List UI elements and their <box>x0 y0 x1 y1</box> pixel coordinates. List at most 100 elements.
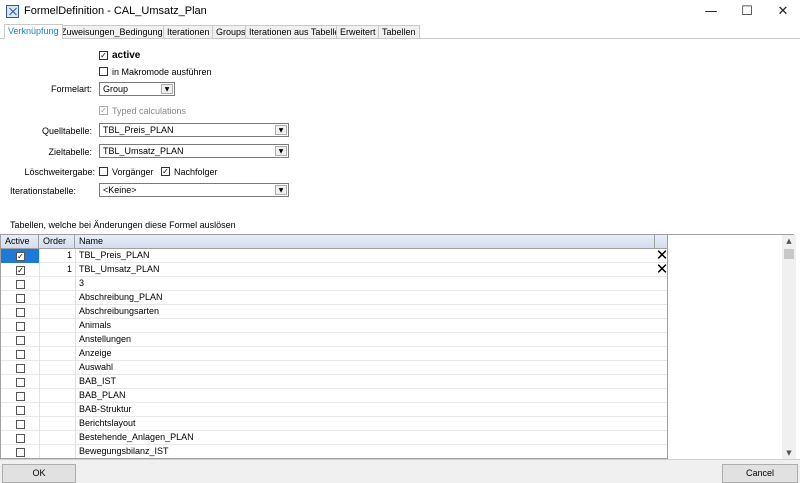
row-active-checkbox[interactable]: ✓ <box>16 252 25 261</box>
table-row[interactable]: Bestehende_Anlagen_PLAN <box>1 431 667 445</box>
tab-iterationen[interactable]: Iterationen <box>163 25 214 38</box>
cell-active <box>1 445 39 458</box>
table-row[interactable]: Anstellungen <box>1 333 667 347</box>
row-active-checkbox[interactable] <box>16 434 25 443</box>
table-row[interactable]: BAB_IST <box>1 375 667 389</box>
row-active-checkbox[interactable] <box>16 378 25 387</box>
scroll-up-arrow[interactable]: ▲ <box>782 235 796 247</box>
cell-order[interactable] <box>39 431 72 445</box>
cell-active <box>1 431 39 445</box>
vorgaenger-checkbox[interactable] <box>99 167 108 176</box>
column-separator <box>75 375 76 389</box>
cell-name[interactable]: Bewegungsbilanz_IST <box>79 445 649 458</box>
column-header-order[interactable]: Order <box>39 235 75 249</box>
tab-iterationen-aus-tabelle[interactable]: Iterationen aus Tabelle <box>245 25 344 38</box>
close-button[interactable]: ✕ <box>766 0 800 24</box>
cell-name[interactable]: Berichtslayout <box>79 417 649 431</box>
cell-name[interactable]: Abschreibungsarten <box>79 305 649 319</box>
column-header-name[interactable]: Name <box>75 235 655 249</box>
cell-order[interactable] <box>39 445 72 458</box>
table-row[interactable]: Animals <box>1 319 667 333</box>
table-row[interactable]: Bewegungsbilanz_IST <box>1 445 667 458</box>
row-active-checkbox[interactable] <box>16 322 25 331</box>
cell-order[interactable] <box>39 333 72 347</box>
active-checkbox[interactable]: ✓ <box>99 51 108 60</box>
delete-icon[interactable]: ✕ <box>655 262 667 277</box>
zieltabelle-select[interactable]: TBL_Umsatz_PLAN ▼ <box>99 144 289 158</box>
row-active-checkbox[interactable] <box>16 364 25 373</box>
cancel-button[interactable]: Cancel <box>722 464 798 483</box>
scroll-thumb[interactable] <box>784 249 794 259</box>
formelart-select[interactable]: Group ▼ <box>99 82 175 96</box>
typed-calculations-checkbox[interactable]: ✓ <box>99 106 108 115</box>
cell-active <box>1 417 39 431</box>
cell-name[interactable]: BAB-Struktur <box>79 403 649 417</box>
cell-order[interactable] <box>39 389 72 403</box>
row-active-checkbox[interactable] <box>16 448 25 457</box>
table-row[interactable]: BAB_PLAN <box>1 389 667 403</box>
row-active-checkbox[interactable] <box>16 350 25 359</box>
nachfolger-label: Nachfolger <box>174 167 218 177</box>
tab-zuweisungen-bedingungen[interactable]: Zuweisungen_Bedingungen <box>57 25 177 38</box>
vertical-scrollbar[interactable]: ▲ ▼ <box>782 235 796 459</box>
cell-active <box>1 403 39 417</box>
cell-order[interactable] <box>39 305 72 319</box>
formelart-value: Group <box>103 84 129 94</box>
minimize-button[interactable]: — <box>694 0 728 24</box>
nachfolger-checkbox[interactable]: ✓ <box>161 167 170 176</box>
row-active-checkbox[interactable] <box>16 308 25 317</box>
cell-name[interactable]: Bestehende_Anlagen_PLAN <box>79 431 649 445</box>
column-separator <box>75 319 76 333</box>
tab-verknuepfung[interactable]: Verknüpfung <box>4 24 63 39</box>
iterationstabelle-select[interactable]: <Keine> ▼ <box>99 183 289 197</box>
cell-name[interactable]: Anzeige <box>79 347 649 361</box>
table-row[interactable]: Berichtslayout <box>1 417 667 431</box>
table-row[interactable]: 3 <box>1 277 667 291</box>
ok-button[interactable]: OK <box>2 464 76 483</box>
maximize-button[interactable]: ☐ <box>730 0 764 24</box>
cell-order[interactable] <box>39 403 72 417</box>
cell-order[interactable] <box>39 375 72 389</box>
row-active-checkbox[interactable] <box>16 336 25 345</box>
cell-name[interactable]: TBL_Preis_PLAN <box>79 249 649 263</box>
scroll-down-arrow[interactable]: ▼ <box>782 447 796 459</box>
tab-tabellen[interactable]: Tabellen <box>378 25 420 38</box>
cell-name[interactable]: Auswahl <box>79 361 649 375</box>
table-row[interactable]: ✓ 1 TBL_Umsatz_PLAN ✕ <box>1 262 667 277</box>
table-row[interactable]: Abschreibungsarten <box>1 305 667 319</box>
grid-header: Active Order Name <box>1 235 667 249</box>
cell-order[interactable] <box>39 347 72 361</box>
cell-order[interactable]: 1 <box>39 249 72 263</box>
cell-name[interactable]: TBL_Umsatz_PLAN <box>79 263 649 277</box>
cell-name[interactable]: Anstellungen <box>79 333 649 347</box>
cell-order[interactable] <box>39 417 72 431</box>
tab-groups[interactable]: Groups <box>212 25 250 38</box>
table-row[interactable]: Auswahl <box>1 361 667 375</box>
row-active-checkbox[interactable] <box>16 406 25 415</box>
iterationstabelle-value: <Keine> <box>103 185 137 195</box>
tab-erweitert[interactable]: Erweitert <box>336 25 380 38</box>
cell-name[interactable]: Animals <box>79 319 649 333</box>
table-row[interactable]: ✓ 1 TBL_Preis_PLAN ✕ <box>1 248 667 263</box>
row-active-checkbox[interactable]: ✓ <box>16 266 25 275</box>
table-row[interactable]: Anzeige <box>1 347 667 361</box>
column-separator <box>75 403 76 417</box>
quelltabelle-select[interactable]: TBL_Preis_PLAN ▼ <box>99 123 289 137</box>
row-active-checkbox[interactable] <box>16 392 25 401</box>
row-active-checkbox[interactable] <box>16 294 25 303</box>
cell-order[interactable] <box>39 277 72 291</box>
row-active-checkbox[interactable] <box>16 420 25 429</box>
cell-name[interactable]: Abschreibung_PLAN <box>79 291 649 305</box>
column-header-active[interactable]: Active <box>1 235 39 249</box>
cell-name[interactable]: 3 <box>79 277 649 291</box>
cell-order[interactable]: 1 <box>39 263 72 277</box>
table-row[interactable]: BAB-Struktur <box>1 403 667 417</box>
makromode-checkbox[interactable] <box>99 67 108 76</box>
cell-name[interactable]: BAB_PLAN <box>79 389 649 403</box>
cell-order[interactable] <box>39 291 72 305</box>
table-row[interactable]: Abschreibung_PLAN <box>1 291 667 305</box>
cell-order[interactable] <box>39 361 72 375</box>
row-active-checkbox[interactable] <box>16 280 25 289</box>
cell-order[interactable] <box>39 319 72 333</box>
cell-name[interactable]: BAB_IST <box>79 375 649 389</box>
